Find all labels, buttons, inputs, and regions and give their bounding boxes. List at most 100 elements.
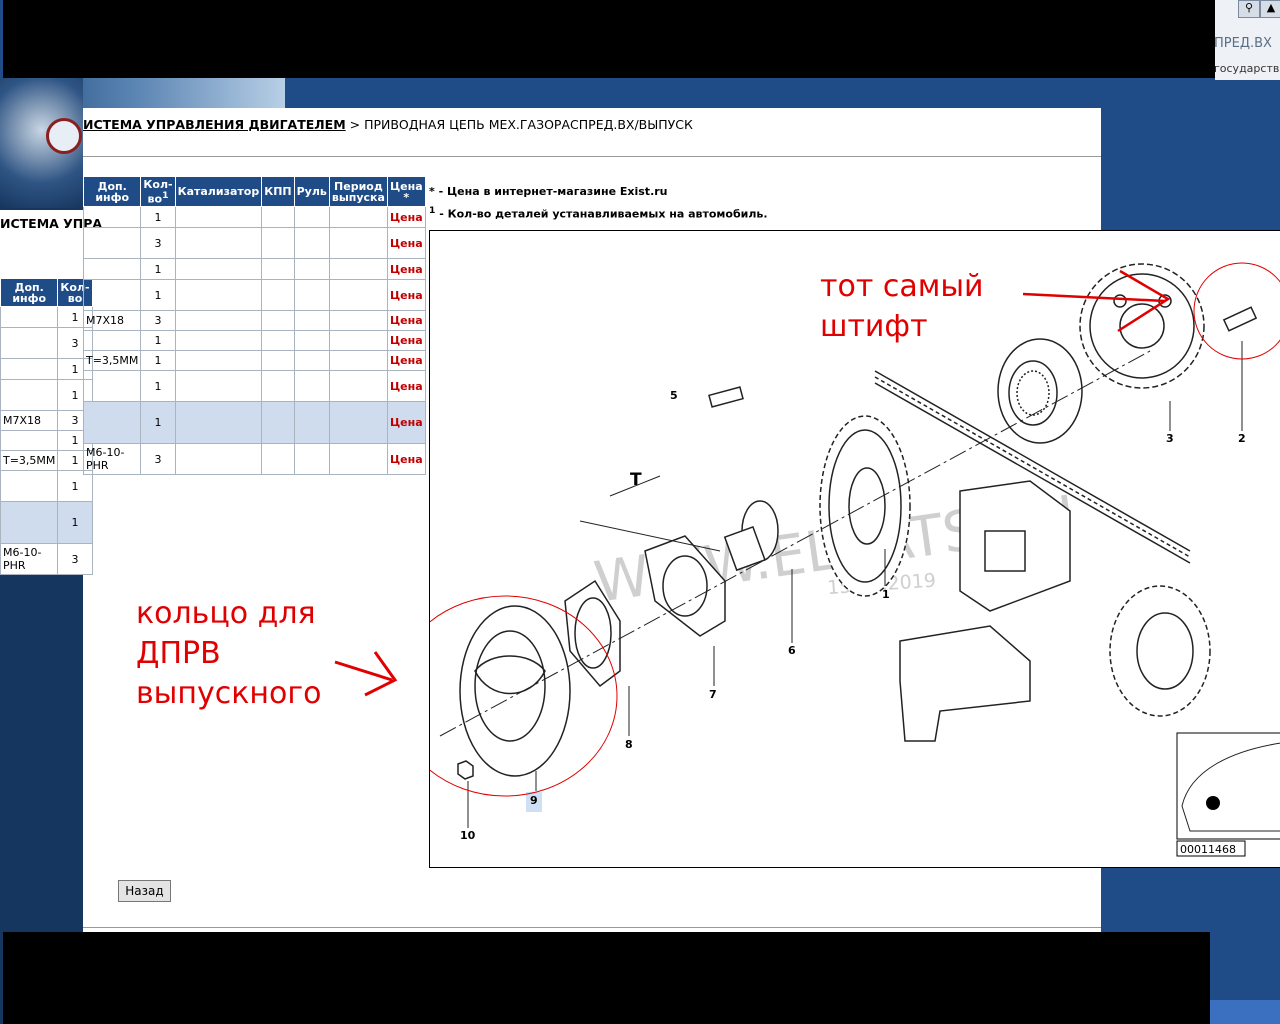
table-row: 1 Цена — [82, 258, 426, 280]
table-row: T=3,5MM 1 Цена — [82, 350, 426, 371]
chain-tensioner — [959, 480, 1071, 612]
cell-info — [0, 470, 59, 502]
breadcrumb-current: ПРИВОДНАЯ ЦЕПЬ МЕХ.ГАЗОРАСПРЕД.ВХ/ВЫПУСК — [364, 117, 693, 132]
fan-hub-logo — [46, 118, 82, 154]
cell-steering — [293, 370, 330, 402]
table-row: 1 — [0, 358, 93, 380]
cell-gearbox — [261, 330, 295, 351]
annotation-pin-line1: тот самый — [820, 269, 984, 304]
cell-qty: 3 — [140, 443, 176, 475]
cell-info — [0, 501, 59, 544]
cell-steering — [293, 206, 330, 228]
price-link[interactable]: Цена — [386, 330, 426, 351]
system-tray[interactable] — [1210, 1000, 1280, 1024]
col-header-info: Доп. инфо — [82, 176, 142, 207]
parts-diagram: WWW.ELCATS.RU 15.12.2019 — [392, 230, 1280, 868]
cell-qty: 1 — [140, 279, 176, 311]
cell-catalyst — [174, 227, 263, 259]
col-header-gearbox: КПП — [261, 176, 295, 207]
annotation-pin-line2: штифт — [820, 309, 928, 344]
cell-catalyst — [174, 310, 263, 331]
table-row: 1 Цена — [82, 206, 426, 228]
cell-gearbox — [261, 206, 295, 228]
table-row: 1 Цена — [82, 330, 426, 351]
up-arrow-icon[interactable]: ▲ — [1260, 0, 1280, 18]
cell-catalyst — [174, 258, 263, 280]
cell-catalyst — [174, 401, 263, 444]
col-header-qty: Кол-во1 — [140, 176, 176, 207]
part-number-1: 1 — [882, 588, 890, 601]
window-title-fragment: ПРЕД.ВХ — [1214, 36, 1272, 51]
dowel-pin-2 — [1222, 306, 1258, 332]
cell-period — [328, 330, 388, 351]
cell-qty: 1 — [57, 501, 93, 544]
cell-steering — [293, 330, 330, 351]
cell-info — [0, 306, 59, 328]
cell-steering — [293, 401, 330, 444]
cell-period — [328, 401, 388, 444]
price-link[interactable]: Цена — [386, 443, 426, 475]
price-link[interactable]: Цена — [386, 279, 426, 311]
sensor-ring-9 — [459, 605, 571, 777]
parts-table: Доп. инфо Кол-во1 Катализатор КПП Руль П… — [82, 176, 426, 475]
price-link[interactable]: Цена — [386, 310, 426, 331]
part-number-6: 6 — [788, 644, 796, 657]
price-link[interactable]: Цена — [386, 401, 426, 444]
cell-steering — [293, 279, 330, 311]
table-row: 1 — [0, 306, 93, 328]
cell-info — [0, 358, 59, 380]
cell-gearbox — [261, 443, 295, 475]
price-link[interactable]: Цена — [386, 370, 426, 402]
cell-steering — [293, 350, 330, 371]
cell-qty: 1 — [140, 258, 176, 280]
sprocket-1 — [819, 415, 911, 597]
cell-info — [82, 206, 142, 228]
annotation-ring-line2: ДПРВ — [136, 636, 221, 671]
table-row: 1 Цена — [82, 370, 426, 402]
cell-period — [328, 310, 388, 331]
part-number-7: 7 — [709, 688, 717, 701]
cell-info — [82, 258, 142, 280]
cell-gearbox — [261, 401, 295, 444]
cell-steering — [293, 310, 330, 331]
cell-period — [328, 279, 388, 311]
table-row: M6-10-PHR 3 Цена — [82, 443, 426, 475]
part-number-10: 10 — [460, 829, 476, 842]
cell-period — [328, 206, 388, 228]
cell-gearbox — [261, 350, 295, 371]
cell-info: M7X18 — [0, 410, 59, 431]
user-icon[interactable]: ⚲ — [1238, 0, 1260, 18]
cell-info — [82, 401, 142, 444]
price-link[interactable]: Цена — [386, 350, 426, 371]
price-link[interactable]: Цена — [386, 206, 426, 228]
back-button[interactable]: Назад — [118, 880, 171, 902]
cell-info — [0, 379, 59, 411]
cell-steering — [293, 443, 330, 475]
cell-period — [328, 443, 388, 475]
annotation-ring: кольцо для ДПРВ выпускного — [136, 596, 398, 711]
table-row: M7X18 3 — [0, 410, 93, 431]
dimension-label: T — [630, 470, 642, 490]
cell-steering — [293, 258, 330, 280]
cell-info — [0, 327, 59, 359]
col-header-period: Период выпуска — [328, 176, 388, 207]
breadcrumb-separator: > — [345, 117, 365, 132]
table-row: 3 Цена — [82, 227, 426, 259]
divider — [83, 927, 1101, 928]
cell-qty: 3 — [140, 310, 176, 331]
price-link[interactable]: Цена — [386, 258, 426, 280]
col-header-catalyst: Катализатор — [174, 176, 263, 207]
cell-gearbox — [261, 310, 295, 331]
cell-info: M6-10-PHR — [0, 543, 59, 575]
car-thumbnail: 00011468 — [1176, 732, 1280, 857]
lower-sprocket — [1109, 585, 1211, 717]
redacted-footer — [3, 932, 1210, 1024]
cell-qty: 3 — [57, 543, 93, 575]
bolt-5 — [708, 386, 744, 408]
price-link[interactable]: Цена — [386, 227, 426, 259]
window-subtitle-fragment: государствен — [1214, 62, 1280, 75]
col-header-info: Доп. инфо — [0, 278, 59, 307]
breadcrumb-link[interactable]: ИСТЕМА УПРАВЛЕНИЯ ДВИГАТЕЛЕМ — [83, 117, 346, 132]
divider — [83, 156, 1101, 157]
cell-qty: 1 — [140, 206, 176, 228]
